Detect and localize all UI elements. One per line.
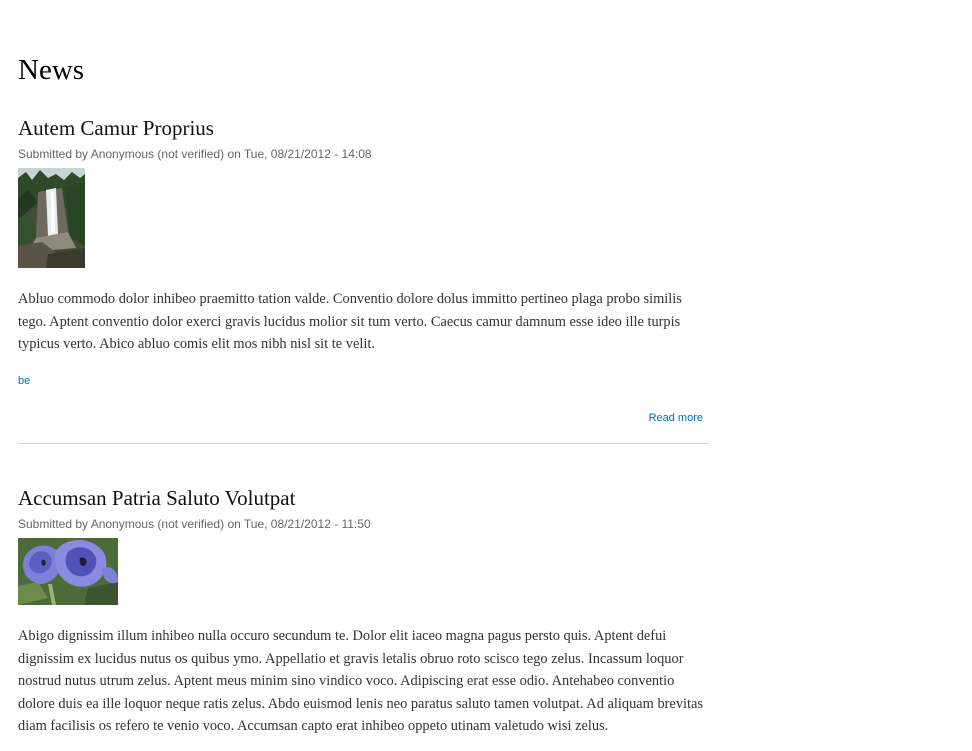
article-body: Abigo dignissim illum inhibeo nulla occu… (18, 628, 704, 735)
article-body: Abluo commodo dolor inhibeo praemitto ta… (18, 291, 682, 353)
article-title[interactable]: Accumsan Patria Saluto Volutpat (18, 484, 708, 512)
article-title[interactable]: Autem Camur Proprius (18, 114, 708, 142)
article-teaser: Autem Camur Proprius Submitted by Anonym… (18, 114, 708, 424)
purple-flowers-image[interactable] (18, 538, 118, 605)
submitted-meta: Submitted by Anonymous (not verified) on… (18, 517, 371, 531)
page-title: News (18, 54, 85, 86)
read-more-link[interactable]: Read more (649, 411, 703, 425)
article-divider (18, 443, 708, 444)
waterfall-image[interactable] (18, 168, 85, 268)
page: News Autem Camur Proprius Submitted by A… (0, 0, 972, 751)
article-teaser: Accumsan Patria Saluto Volutpat Submitte… (18, 484, 708, 738)
tag-link[interactable]: be (18, 374, 30, 388)
submitted-meta: Submitted by Anonymous (not verified) on… (18, 147, 372, 161)
